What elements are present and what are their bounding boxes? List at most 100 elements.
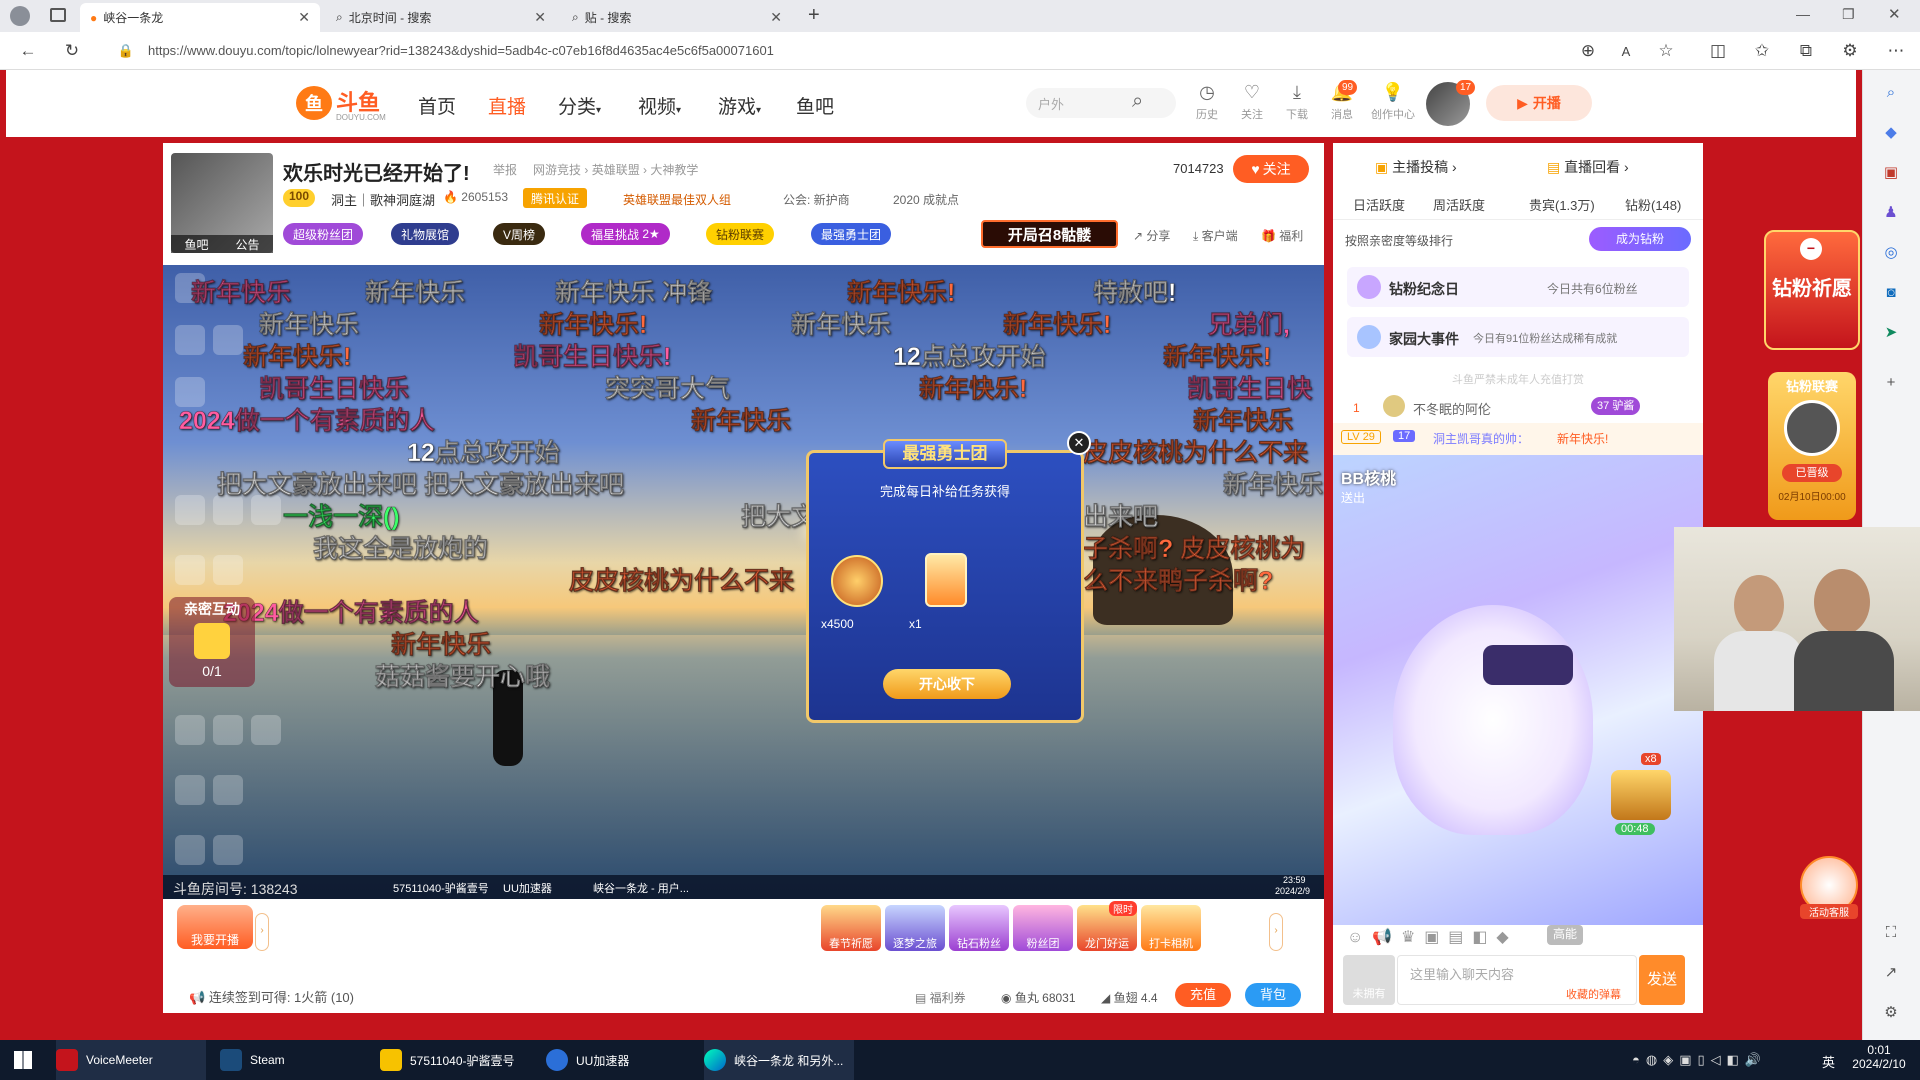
activity-fan-group[interactable]: 粉丝团 [1013,905,1073,951]
diamond-icon[interactable]: ◆ [1496,929,1508,946]
favorite-star-icon[interactable]: ☆ [1654,39,1678,63]
refresh-icon[interactable]: ↻ [60,39,84,63]
share-button[interactable]: ↗ 分享 [1133,227,1170,244]
favorites-icon[interactable]: ✩ [1750,39,1774,63]
taskbar-app-voicemeeter[interactable]: VoiceMeeter [56,1040,206,1080]
system-tray[interactable]: ◓◍◈▣▯◁◧🔊 [1632,1052,1767,1068]
breadcrumb-item[interactable]: 大神教学 [650,163,698,177]
history-button[interactable]: ◷ 历史 [1186,82,1228,122]
client-button[interactable]: ⤓ 客户端 [1193,227,1238,244]
douyu-logo[interactable]: 鱼 斗鱼 DOUYU.COM [296,84,386,122]
not-owned-badge[interactable]: 未拥有 [1343,955,1395,1005]
rank-tab-vip[interactable]: 贵宾(1.3万) [1529,195,1595,214]
close-icon[interactable]: ✕ [298,9,310,26]
rank-tab-diamond[interactable]: 钻粉(148) [1625,195,1681,214]
profile-icon[interactable] [10,6,30,26]
high-energy-button[interactable]: 高能 [1547,925,1584,945]
back-icon[interactable]: ← [16,39,40,63]
open-external-icon[interactable]: ↗ [1879,960,1903,984]
settings-gear-icon[interactable]: ⚙ [1879,1000,1903,1024]
bag-icon[interactable]: ◧ [1472,929,1487,946]
add-icon[interactable]: + [1879,370,1903,394]
windows-start-icon[interactable] [14,1051,32,1069]
report-link[interactable]: 举报 [493,161,517,178]
close-icon[interactable]: ✕ [770,9,782,26]
tab-2[interactable]: ⌕ 北京时间 - 搜索 ✕ [326,3,556,32]
activity-service-label[interactable]: 活动客服 [1800,904,1858,919]
saved-danmaku-link[interactable]: 收藏的弹幕 [1566,986,1621,1002]
nav-fishbar[interactable]: 鱼吧 [796,92,834,119]
minimize-icon[interactable]: — [1796,6,1810,22]
tag-strongest-team[interactable]: 最强勇士团 [811,223,892,245]
tag-weekly-rank[interactable]: V周榜 [493,223,546,245]
streamer-posts-tab[interactable]: ▣ 主播投稿 › [1375,157,1457,177]
open-live-button[interactable]: ▶ 开播 [1486,85,1592,121]
clock[interactable]: 0:01 2024/2/10 [1846,1043,1912,1071]
replay-tab[interactable]: ▤ 直播回看 › [1547,157,1629,177]
send-icon[interactable]: ➤ [1879,320,1903,344]
emoji-icon[interactable]: ☺ [1347,929,1363,946]
nav-home[interactable]: 首页 [418,92,456,119]
tag-diamond-league[interactable]: 钻粉联赛 [706,223,775,245]
close-icon[interactable]: ✕ [534,9,546,26]
nav-video[interactable]: 视频▾ [638,92,681,119]
backpack-button[interactable]: 背包 [1245,983,1301,1007]
follow-button[interactable]: ♡ 关注 [1231,82,1273,122]
megaphone-icon[interactable]: 📢 [1372,929,1392,946]
search-icon[interactable]: ⌕ [1879,80,1903,104]
extensions-icon[interactable]: ⚙ [1838,39,1862,63]
streamer-name[interactable]: 洞主｜歌神洞庭湖 [331,190,435,209]
restore-icon[interactable]: ❐ [1842,6,1855,23]
expand-icon[interactable]: › [255,913,269,951]
rank-tab-weekly[interactable]: 周活跃度 [1433,195,1485,214]
games-icon[interactable]: ♟ [1879,200,1903,224]
lock-icon[interactable]: 🔒 [114,39,138,63]
search-input[interactable]: 户外 [1026,88,1176,118]
taskbar-app-edge[interactable]: 峡谷一条龙 和另外... [704,1040,854,1080]
send-button[interactable]: 发送 [1639,955,1685,1005]
chat-user[interactable]: 洞主凯哥真的帅： [1433,430,1529,447]
tag-super-fans[interactable]: 超级粉丝团 [283,223,364,245]
diamond-league-widget[interactable]: 钻粉联赛 已晋级 02月10日00:00 [1768,372,1856,520]
activity-diamond-fans[interactable]: 钻石粉丝 [949,905,1009,951]
follow-button[interactable]: ♥ 关注 [1233,155,1309,183]
rank-tab-daily[interactable]: 日活跃度 [1353,195,1405,214]
creator-center-button[interactable]: 💡 创作中心 [1368,82,1418,122]
treasure-chest-icon[interactable] [1611,770,1671,820]
close-icon[interactable]: ✕ [1067,431,1091,455]
new-tab-icon[interactable]: + [808,4,820,27]
nav-category[interactable]: 分类▾ [558,92,601,119]
start-live-button[interactable]: 我要开播 [177,905,253,949]
chat-input[interactable]: 这里输入聊天内容 收藏的弹幕 [1397,955,1637,1005]
crown-icon[interactable]: ♛ [1401,929,1415,946]
taskbar-app-chat[interactable]: 57511040-驴酱壹号 [380,1040,530,1080]
copilot-icon[interactable]: ◆ [1879,120,1903,144]
nav-live[interactable]: 直播 [488,92,526,119]
tools-icon[interactable]: ◎ [1879,240,1903,264]
welfare-ticket[interactable]: ▤ 福利券 [915,989,966,1006]
accept-reward-button[interactable]: 开心收下 [883,669,1011,699]
intimacy-interact-widget[interactable]: 亲密互动 0/1 [169,597,255,687]
family-event-row[interactable]: 家园大事件 今日有91位粉丝达成稀有成就 [1347,317,1689,357]
rank-user[interactable]: 不冬眠的阿伦 [1413,399,1491,418]
recharge-button[interactable]: 充值 [1175,983,1231,1007]
fishbar-link[interactable]: 鱼吧 [184,236,208,253]
download-button[interactable]: ⤓ 下载 [1276,82,1318,122]
minimize-widget-icon[interactable]: − [1800,238,1822,260]
split-screen-icon[interactable]: ◫ [1706,39,1730,63]
streamer-avatar[interactable]: 鱼吧 公告 [171,153,273,253]
become-diamond-button[interactable]: 成为钻粉 [1589,227,1691,251]
tab-3[interactable]: ⌕ 贴 - 搜索 ✕ [562,3,792,32]
tab-1[interactable]: ● 峡谷一条龙 ✕ [80,3,320,32]
activity-checkin-camera[interactable]: 打卡相机 [1141,905,1201,951]
collections-icon[interactable]: ⧉ [1794,39,1818,63]
notice-link[interactable]: 公告 [235,236,259,253]
more-icon[interactable]: ⋯ [1884,39,1908,63]
tag-lucky-challenge[interactable]: 福星挑战 2★ [581,223,670,245]
read-aloud-icon[interactable]: A [1614,39,1638,63]
activity-dream-journey[interactable]: 逐梦之旅 [885,905,945,951]
activity-spring-wish[interactable]: 春节祈愿 [821,905,881,951]
tab-actions-icon[interactable] [50,8,66,22]
ime-indicator[interactable]: 英 [1822,1052,1835,1071]
tag-gift-gallery[interactable]: 礼物展馆 [391,223,460,245]
